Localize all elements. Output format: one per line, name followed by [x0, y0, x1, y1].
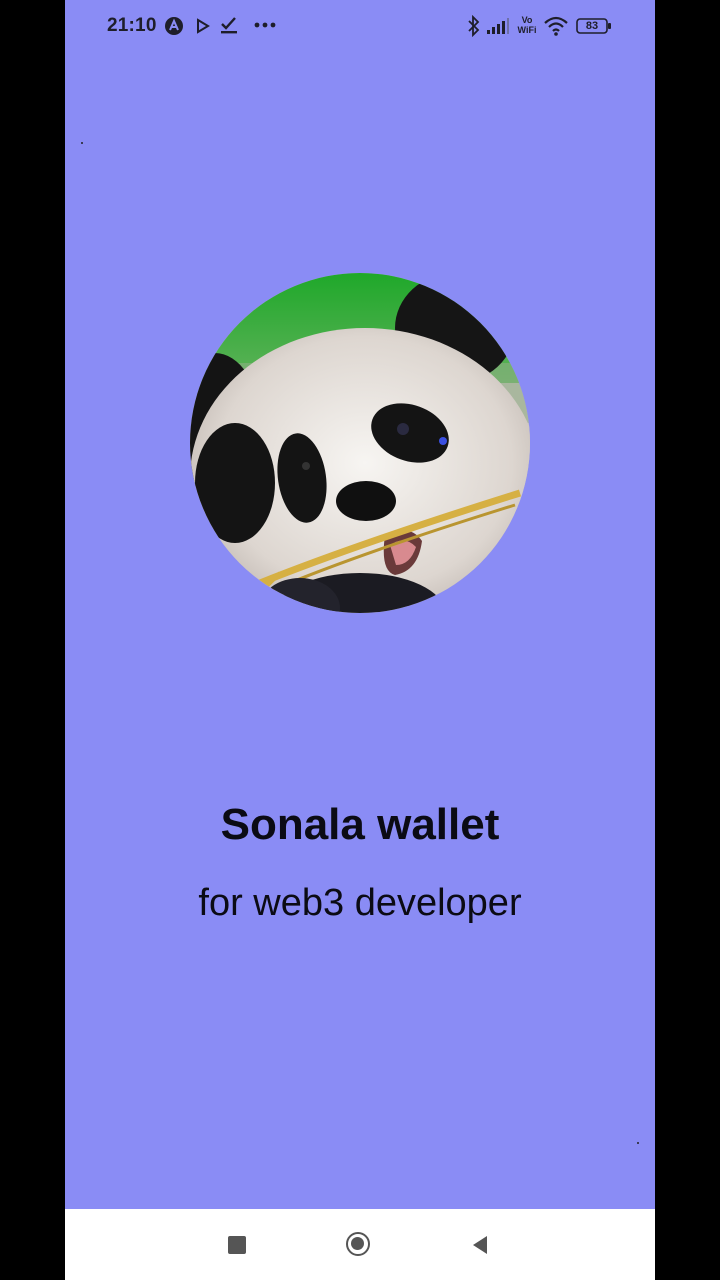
status-time: 21:10	[107, 15, 157, 36]
app-title: Sonala wallet	[220, 800, 500, 849]
signal-icon	[487, 18, 509, 34]
vowifi-label-bottom: WiFi	[517, 25, 537, 35]
battery-icon: 83	[576, 18, 612, 34]
panda-avatar	[190, 273, 530, 613]
panda-image	[190, 273, 530, 613]
app-a-icon	[165, 17, 183, 35]
more-dots-icon	[254, 22, 276, 28]
vowifi-icon: Vo WiFi	[515, 15, 539, 37]
status-bar: 21:10 Vo WiFi 83	[65, 0, 655, 52]
back-button[interactable]	[471, 1235, 489, 1255]
recents-button[interactable]	[228, 1236, 246, 1254]
vowifi-label-top: Vo	[521, 15, 533, 25]
bluetooth-icon	[468, 15, 480, 37]
splash-screen: 21:10 Vo WiFi 83 Sonala wallet for web3 …	[65, 0, 655, 1280]
wifi-icon	[544, 16, 568, 36]
play-icon	[197, 18, 210, 34]
home-button[interactable]	[346, 1232, 370, 1256]
battery-level: 83	[585, 20, 599, 32]
speck-dot-2	[637, 1142, 639, 1144]
navigation-bar	[65, 1209, 655, 1280]
check-download-icon	[221, 17, 237, 34]
app-subtitle: for web3 developer	[198, 882, 522, 924]
speck-dot	[81, 142, 83, 144]
